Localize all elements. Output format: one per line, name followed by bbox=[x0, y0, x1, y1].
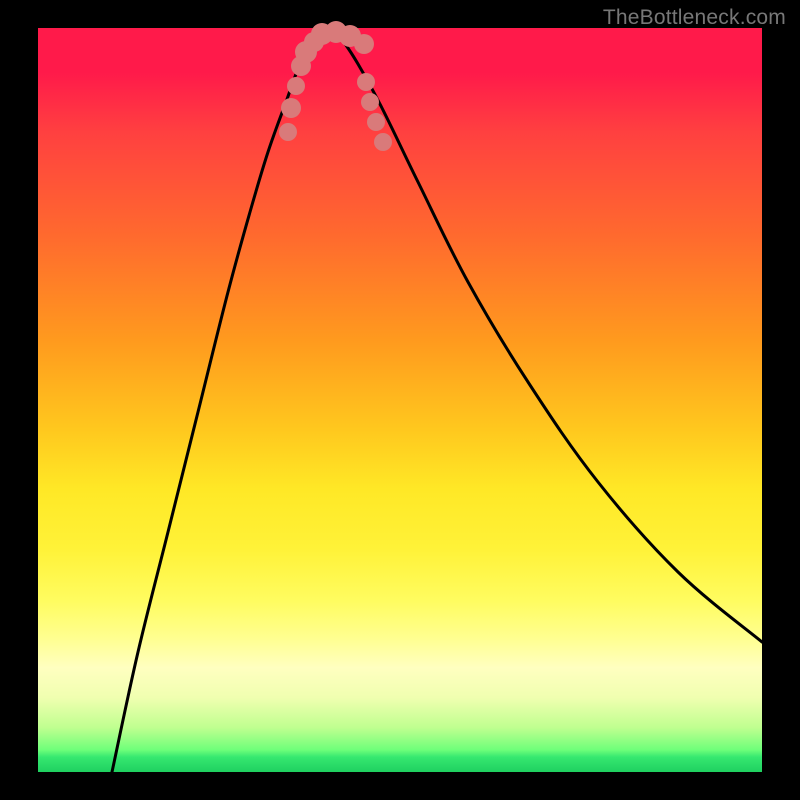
data-marker bbox=[361, 93, 379, 111]
data-marker bbox=[287, 77, 305, 95]
bottleneck-curve bbox=[112, 28, 762, 772]
chart-frame: TheBottleneck.com bbox=[0, 0, 800, 800]
data-marker bbox=[367, 113, 385, 131]
data-marker bbox=[279, 123, 297, 141]
plot-area bbox=[38, 28, 762, 772]
chart-svg bbox=[38, 28, 762, 772]
data-marker bbox=[374, 133, 392, 151]
data-marker bbox=[357, 73, 375, 91]
data-markers bbox=[279, 21, 392, 151]
data-marker bbox=[281, 98, 301, 118]
watermark-text: TheBottleneck.com bbox=[603, 6, 786, 30]
data-marker bbox=[354, 34, 374, 54]
